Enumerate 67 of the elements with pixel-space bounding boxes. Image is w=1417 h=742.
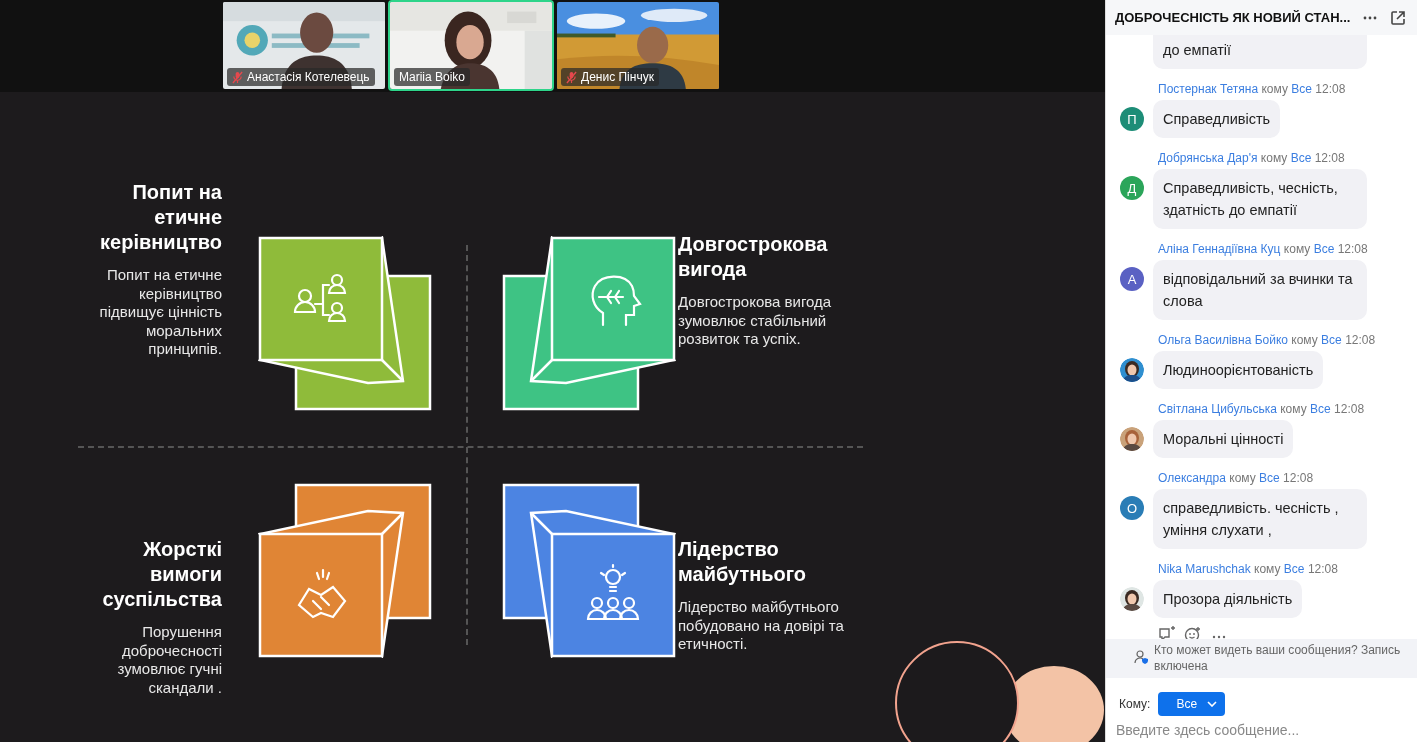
message-bubble: Справедливість, чесність, здатність до емпатії — [1153, 169, 1367, 229]
recipient-label: кому — [1283, 242, 1311, 256]
reply-icon[interactable] — [1158, 625, 1176, 639]
message-bubble: Прозора діяльність — [1153, 580, 1303, 618]
participant-name: Mariia Boiko — [399, 70, 466, 84]
recipient-label: кому — [1280, 402, 1307, 416]
slide-text: Попит на етичне керівництво підвищує цінність моральних принципів. — [98, 266, 222, 359]
recipient-name[interactable]: Все — [1283, 562, 1305, 576]
message-bubble: відповідальний за вчинки та слова — [1153, 260, 1367, 320]
recipient-dropdown[interactable]: Все — [1158, 692, 1226, 716]
pop-out-icon[interactable] — [1390, 9, 1407, 26]
slide-heading: Лідерство майбутнього — [678, 537, 808, 587]
sender-name[interactable]: Добрянська Дар'я — [1158, 151, 1258, 165]
recipient-name[interactable]: Все — [1291, 82, 1312, 96]
sender-name[interactable]: Олександра — [1158, 471, 1226, 485]
message-bubble: Справедливість — [1153, 100, 1281, 138]
org-chart-icon — [293, 273, 347, 323]
message-bubble: Моральні цінності — [1153, 420, 1294, 458]
video-tile[interactable]: Mariia Boiko — [388, 0, 554, 91]
privacy-notice: Кто может видеть ваши сообщения? Запись включена — [1154, 642, 1402, 674]
participant-name: Денис Пінчук — [581, 70, 654, 84]
sender-name[interactable]: Ольга Василівна Бойко — [1158, 333, 1288, 347]
slide-heading: Жорсткі вимоги суспільства — [101, 537, 222, 612]
message-time: 12:08 — [1337, 242, 1368, 256]
emoji-icon[interactable] — [1184, 625, 1202, 639]
sender-name[interactable]: Світлана Цибульська — [1158, 402, 1277, 416]
slide-heading: Довгострокова вигода — [678, 232, 829, 282]
recipient-label: Кому: — [1119, 697, 1151, 711]
avatar: П — [1120, 107, 1144, 131]
privacy-icon — [1134, 649, 1150, 665]
chevron-down-icon — [1207, 701, 1218, 707]
recipient-label: кому — [1260, 151, 1288, 165]
chat-title: ДОБРОЧЕСНІСТЬ ЯК НОВИЙ СТАН... — [1115, 10, 1351, 25]
head-icon — [591, 275, 642, 327]
recipient-name[interactable]: Все — [1321, 333, 1342, 347]
sender-name[interactable]: Аліна Геннадіївна Куц — [1158, 242, 1281, 256]
slide-text: Порушення доброчесності зумовлює гучні скандали . — [116, 623, 222, 697]
recipient-name[interactable]: Все — [1310, 402, 1331, 416]
slide-text: Лідерство майбутнього побудовано на довірі та етичності. — [678, 598, 845, 654]
lightbulb-people-icon — [586, 563, 640, 621]
recipient-label: кому — [1254, 562, 1281, 576]
recipient-name[interactable]: Все — [1259, 471, 1280, 485]
video-tile[interactable]: Анастасія Котелевець — [221, 0, 387, 91]
message-time: 12:08 — [1307, 562, 1338, 576]
avatar: Д — [1120, 176, 1144, 200]
message-time: 12:08 — [1334, 402, 1365, 416]
avatar: О — [1120, 496, 1144, 520]
slide-text: Довгострокова вигода зумовлює стабільний розвиток та успіх. — [678, 293, 833, 349]
slide-heading: Попит на етичне керівництво — [99, 180, 222, 255]
participant-name: Анастасія Котелевець — [247, 70, 370, 84]
message-time: 12:08 — [1314, 151, 1345, 165]
handshake-icon — [297, 568, 347, 619]
sender-name[interactable]: Постернак Тетяна — [1158, 82, 1259, 96]
message-bubble: до емпатії — [1153, 35, 1367, 69]
message-bubble: справедливість. чесність , уміння слухати , — [1153, 489, 1367, 549]
message-bubble: Людиноорієнтованість — [1153, 351, 1324, 389]
recipient-name[interactable]: Все — [1313, 242, 1335, 256]
message-time: 12:08 — [1315, 82, 1346, 96]
sender-name[interactable]: Nika Marushchak — [1158, 562, 1251, 576]
message-time: 12:08 — [1283, 471, 1314, 485]
avatar: А — [1120, 267, 1144, 291]
recipient-label: кому — [1261, 82, 1288, 96]
message-time: 12:08 — [1345, 333, 1376, 347]
recipient-name[interactable]: Все — [1290, 151, 1312, 165]
recipient-label: кому — [1291, 333, 1318, 347]
video-tile[interactable]: Денис Пінчук — [555, 0, 721, 91]
recipient-label: кому — [1229, 471, 1256, 485]
